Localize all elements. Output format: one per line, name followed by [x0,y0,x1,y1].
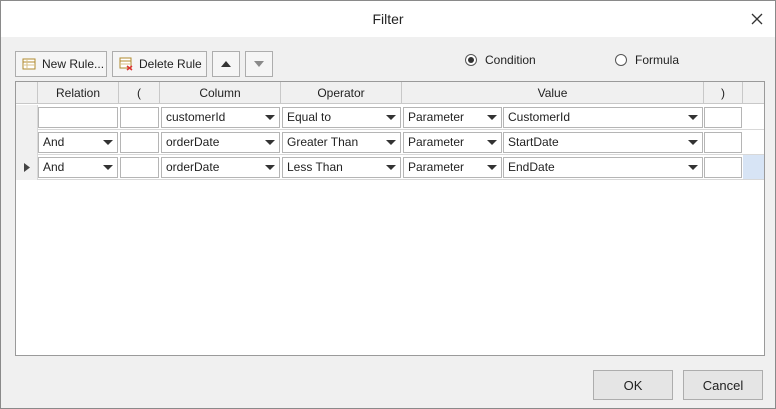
chevron-down-icon[interactable] [483,158,501,177]
chevron-down-icon[interactable] [684,108,702,127]
header-close-paren: ) [704,82,743,104]
table-row[interactable]: customerId Equal to Parameter CustomerId [16,105,764,130]
close-paren-cell[interactable] [704,157,742,178]
header-relation: Relation [38,82,119,104]
table-row[interactable]: And orderDate Greater Than Parameter Sta… [16,130,764,155]
chevron-down-icon[interactable] [261,133,279,152]
value-select[interactable]: CustomerId [503,107,703,128]
new-rule-icon [22,56,36,72]
arrow-down-icon [254,61,264,67]
chevron-down-icon[interactable] [483,108,501,127]
delete-rule-button[interactable]: Delete Rule [112,51,207,77]
column-select[interactable]: customerId [161,107,280,128]
value-type-select[interactable]: Parameter [403,107,502,128]
header-operator: Operator [281,82,402,104]
close-icon[interactable] [747,9,767,29]
delete-rule-label: Delete Rule [139,57,202,71]
value-select[interactable]: StartDate [503,132,703,153]
value-type-select[interactable]: Parameter [403,157,502,178]
header-column: Column [160,82,281,104]
condition-radio[interactable]: Condition [465,52,536,68]
open-paren-cell[interactable] [120,157,159,178]
ok-button[interactable]: OK [593,370,673,400]
move-down-button[interactable] [245,51,273,77]
dialog-title: Filter [372,11,404,27]
row-selection-highlight [743,155,764,179]
header-open-paren: ( [119,82,160,104]
column-select[interactable]: orderDate [161,132,280,153]
new-rule-label: New Rule... [42,57,105,71]
value-type-select[interactable]: Parameter [403,132,502,153]
value-select[interactable]: EndDate [503,157,703,178]
close-paren-cell[interactable] [704,132,742,153]
radio-unselected-icon [615,54,627,66]
move-up-button[interactable] [212,51,240,77]
chevron-down-icon[interactable] [382,133,400,152]
arrow-up-icon [221,61,231,67]
table-row[interactable]: And orderDate Less Than Parameter EndDat… [16,155,764,180]
row-header-corner [16,82,38,104]
rules-grid[interactable]: Relation ( Column Operator Value ) custo… [15,81,765,356]
chevron-down-icon[interactable] [684,133,702,152]
new-rule-button[interactable]: New Rule... [15,51,107,77]
cancel-button[interactable]: Cancel [683,370,763,400]
formula-radio[interactable]: Formula [615,52,679,68]
header-value: Value [402,82,704,104]
filter-dialog: Filter New Rule... Delete Rule Condition… [0,0,776,409]
chevron-down-icon[interactable] [99,133,117,152]
chevron-down-icon[interactable] [261,158,279,177]
row-header[interactable] [16,155,38,180]
column-select[interactable]: orderDate [161,157,280,178]
row-header[interactable] [16,105,38,130]
radio-selected-icon [465,54,477,66]
open-paren-cell[interactable] [120,107,159,128]
condition-label: Condition [485,53,536,67]
chevron-down-icon[interactable] [483,133,501,152]
relation-select[interactable]: And [38,132,118,153]
operator-select[interactable]: Greater Than [282,132,401,153]
row-header[interactable] [16,130,38,155]
chevron-down-icon[interactable] [684,158,702,177]
chevron-down-icon[interactable] [382,108,400,127]
current-row-indicator-icon [23,163,30,172]
chevron-down-icon[interactable] [261,108,279,127]
operator-select[interactable]: Less Than [282,157,401,178]
close-paren-cell[interactable] [704,107,742,128]
relation-select[interactable]: And [38,157,118,178]
header-filler [743,82,764,104]
chevron-down-icon[interactable] [382,158,400,177]
grid-header: Relation ( Column Operator Value ) [16,82,764,104]
relation-cell[interactable] [38,107,118,128]
title-bar: Filter [1,1,775,37]
chevron-down-icon[interactable] [99,158,117,177]
formula-label: Formula [635,53,680,67]
operator-select[interactable]: Equal to [282,107,401,128]
delete-rule-icon [119,56,133,72]
open-paren-cell[interactable] [120,132,159,153]
